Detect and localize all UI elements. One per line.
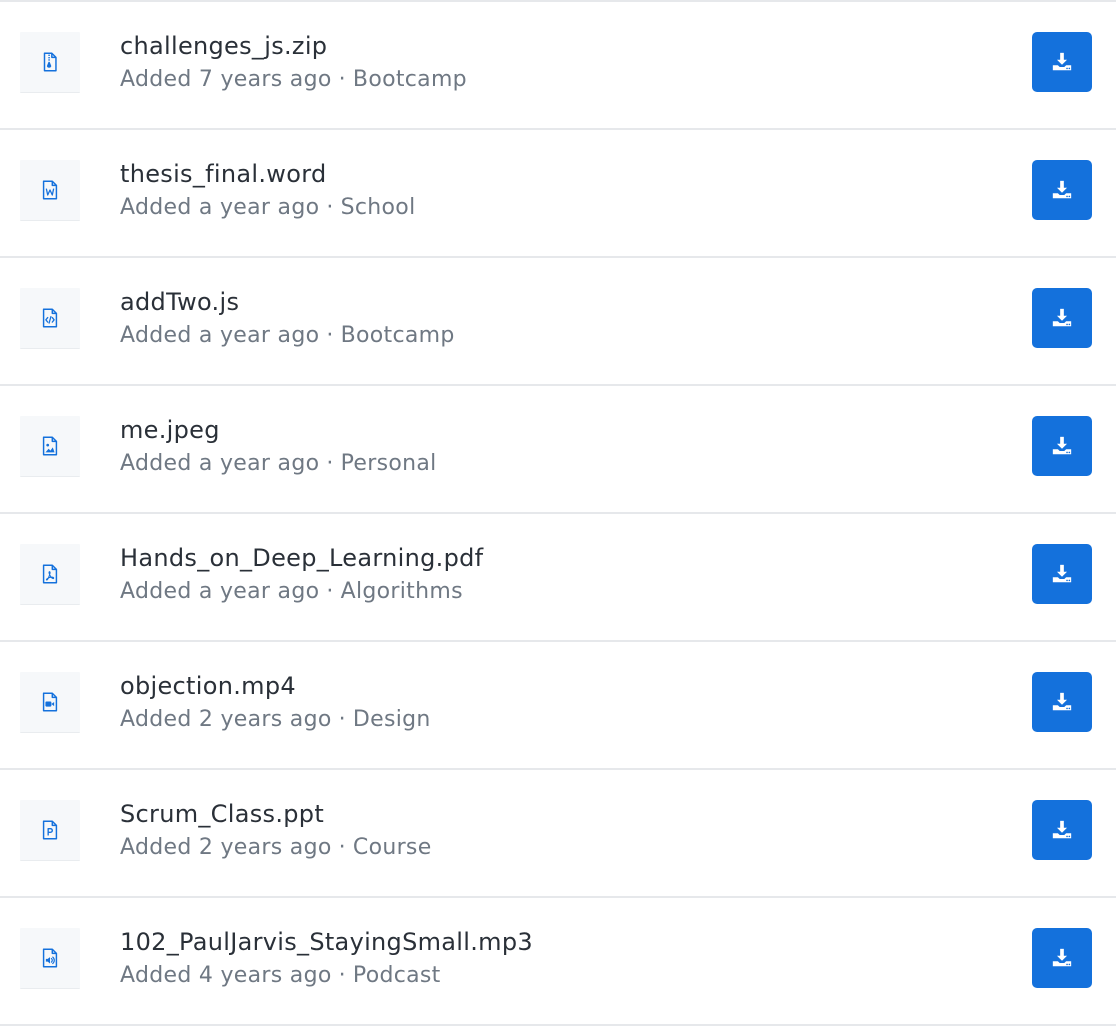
file-meta: Added 2 years ago · Design [120,704,431,736]
file-meta: Added a year ago · Algorithms [120,576,463,608]
download-icon [1052,948,1072,967]
added-time: Added 7 years ago [120,67,332,92]
file-category: Course [352,835,432,860]
download-icon [1052,564,1072,583]
added-time: Added 2 years ago [120,707,332,732]
word-file-icon [20,160,80,221]
download-button[interactable] [1032,928,1092,988]
list-item[interactable]: objection.mp4 Added 2 years ago · Design [0,642,1116,770]
added-time: Added 2 years ago [120,835,332,860]
file-name[interactable]: Hands_on_Deep_Learning.pdf [120,542,483,574]
meta-separator: · [326,579,334,604]
added-time: Added a year ago [120,579,320,604]
pdf-file-icon [20,544,80,605]
powerpoint-file-icon [20,800,80,861]
list-item[interactable]: me.jpeg Added a year ago · Personal [0,386,1116,514]
file-meta: Added a year ago · Bootcamp [120,320,455,352]
file-meta: Added a year ago · Personal [120,448,437,480]
list-item[interactable]: challenges_js.zip Added 7 years ago · Boot… [0,2,1116,130]
download-icon [1052,52,1072,71]
file-category: Bootcamp [340,323,455,348]
download-button[interactable] [1032,672,1092,732]
download-button[interactable] [1032,32,1092,92]
list-item[interactable]: addTwo.js Added a year ago · Bootcamp [0,258,1116,386]
download-button[interactable] [1032,416,1092,476]
file-category: School [340,195,416,220]
download-icon [1052,436,1072,455]
file-name[interactable]: thesis_final.word [120,158,327,190]
added-time: Added a year ago [120,323,320,348]
download-icon [1052,180,1072,199]
image-file-icon [20,416,80,477]
file-meta: Added 4 years ago · Podcast [120,960,441,992]
file-meta: Added 7 years ago · Bootcamp [120,64,467,96]
file-name[interactable]: Scrum_Class.ppt [120,798,324,830]
download-button[interactable] [1032,160,1092,220]
meta-separator: · [338,67,346,92]
download-button[interactable] [1032,800,1092,860]
added-time: Added a year ago [120,451,320,476]
file-category: Algorithms [340,579,463,604]
meta-separator: · [326,195,334,220]
file-category: Personal [340,451,437,476]
meta-separator: · [338,707,346,732]
file-name[interactable]: 102_PaulJarvis_StayingSmall.mp3 [120,926,533,958]
list-item[interactable]: Scrum_Class.ppt Added 2 years ago · Course [0,770,1116,898]
file-name[interactable]: challenges_js.zip [120,30,327,62]
file-name[interactable]: addTwo.js [120,286,239,318]
file-category: Bootcamp [352,67,467,92]
file-meta: Added 2 years ago · Course [120,832,432,864]
meta-separator: · [338,835,346,860]
download-button[interactable] [1032,288,1092,348]
list-item[interactable]: Hands_on_Deep_Learning.pdf Added a year … [0,514,1116,642]
download-icon [1052,820,1072,839]
audio-file-icon [20,928,80,989]
zip-file-icon [20,32,80,93]
list-item[interactable]: 102_PaulJarvis_StayingSmall.mp3 Added 4 … [0,898,1116,1026]
file-meta: Added a year ago · School [120,192,415,224]
video-file-icon [20,672,80,733]
meta-separator: · [326,323,334,348]
added-time: Added a year ago [120,195,320,220]
code-file-icon [20,288,80,349]
list-item[interactable]: thesis_final.word Added a year ago · Schoo… [0,130,1116,258]
meta-separator: · [338,963,346,988]
download-icon [1052,308,1072,327]
file-category: Design [352,707,431,732]
file-name[interactable]: me.jpeg [120,414,220,446]
meta-separator: · [326,451,334,476]
file-list: challenges_js.zip Added 7 years ago · Boot… [0,0,1116,1026]
file-name[interactable]: objection.mp4 [120,670,296,702]
download-button[interactable] [1032,544,1092,604]
download-icon [1052,692,1072,711]
file-category: Podcast [352,963,441,988]
added-time: Added 4 years ago [120,963,332,988]
